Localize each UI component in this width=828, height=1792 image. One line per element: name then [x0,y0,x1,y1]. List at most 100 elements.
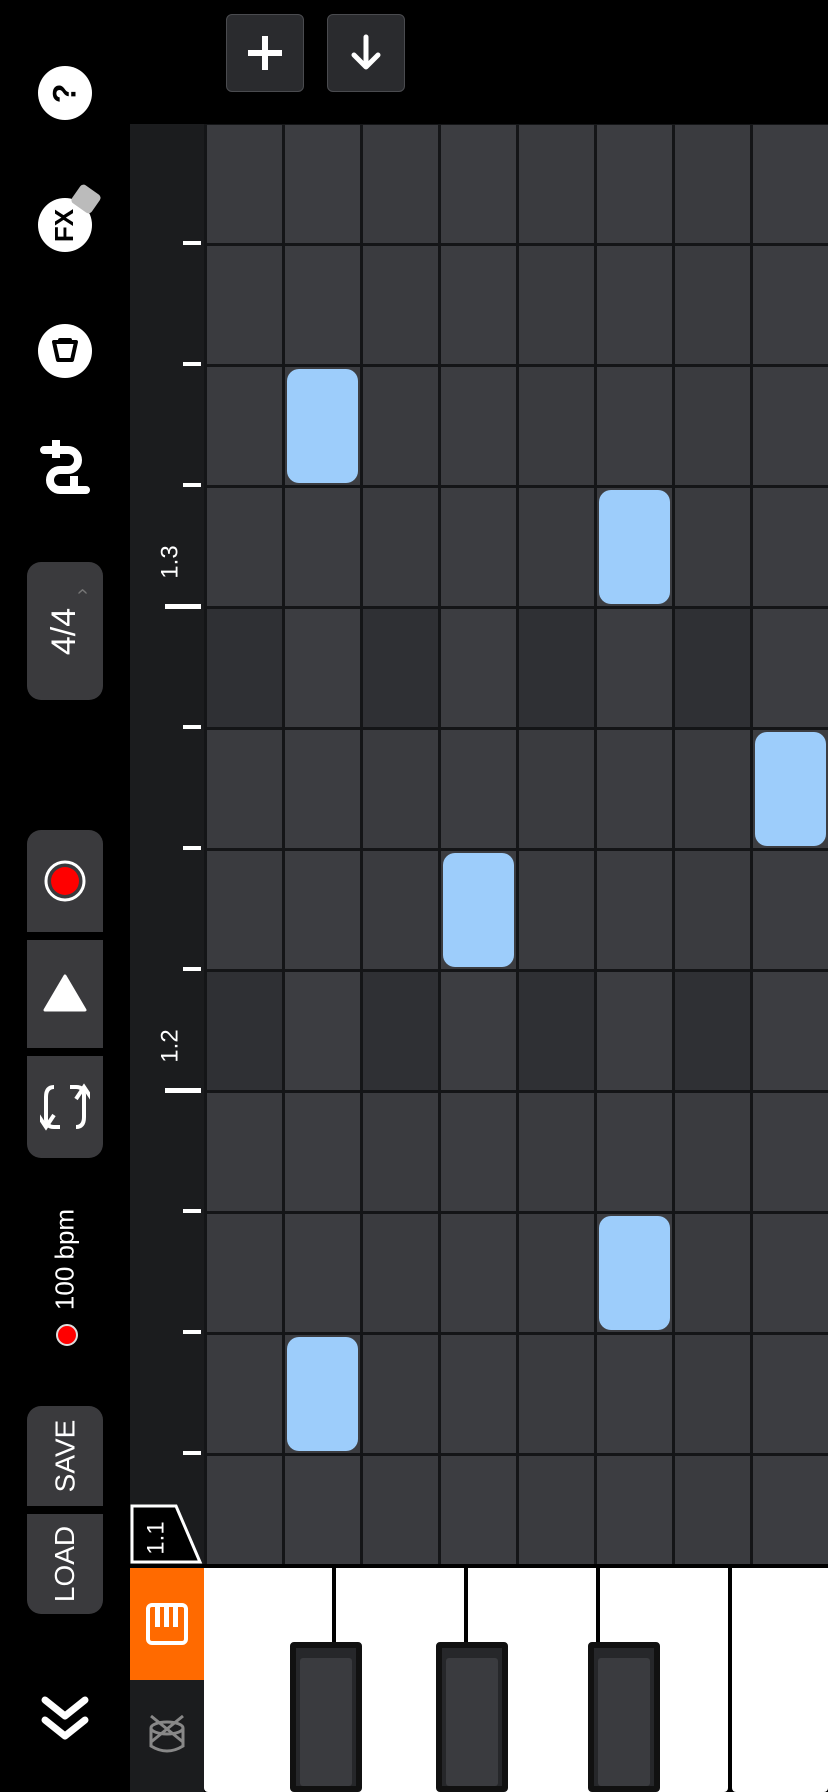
grid-cell[interactable] [285,125,360,243]
grid-cell[interactable] [207,1456,282,1574]
grid-cell[interactable] [207,1335,282,1453]
grid-cell[interactable] [519,1335,594,1453]
grid-cell[interactable] [207,609,282,727]
timeline-ruler[interactable]: 1.3 1.2 [130,124,204,1564]
save-button[interactable]: SAVE [27,1406,103,1506]
grid-cell[interactable] [441,1214,516,1332]
grid-cell[interactable] [675,851,750,969]
grid-cell[interactable] [441,972,516,1090]
grid-cell[interactable] [519,1093,594,1211]
grid-cell[interactable] [363,851,438,969]
help-button[interactable]: ? [38,66,92,120]
grid-cell[interactable] [207,488,282,606]
grid-cell[interactable] [753,246,828,364]
load-button[interactable]: LOAD [27,1514,103,1614]
grid-cell[interactable] [441,1093,516,1211]
grid-cell[interactable] [207,972,282,1090]
grid-cell[interactable] [285,851,360,969]
grid-cell[interactable] [519,972,594,1090]
grid-cell[interactable] [675,367,750,485]
grid-cell[interactable] [675,1456,750,1574]
grid-cell[interactable] [597,367,672,485]
grid-cell[interactable] [285,1456,360,1574]
grid-cell[interactable] [441,125,516,243]
grid-cell[interactable] [285,1214,360,1332]
bpm-control[interactable]: 100 bpm [50,1206,80,1356]
grid-cell[interactable] [519,1456,594,1574]
grid-cell[interactable] [675,488,750,606]
grid-cell[interactable] [207,125,282,243]
grid-cell[interactable] [519,367,594,485]
grid-cell[interactable] [363,367,438,485]
note-block[interactable] [287,1337,358,1451]
grid-cell[interactable] [753,609,828,727]
grid-cell[interactable] [597,246,672,364]
grid-cell[interactable] [597,1335,672,1453]
grid-cell[interactable] [519,488,594,606]
grid-cell[interactable] [363,730,438,848]
piano-black-key[interactable] [290,1642,362,1792]
instrument-button[interactable] [38,324,92,378]
grid-cell[interactable] [363,125,438,243]
piano-keyboard[interactable] [204,1564,828,1792]
grid-cell[interactable] [597,1093,672,1211]
grid-cell[interactable] [441,1335,516,1453]
piano-tab[interactable] [130,1568,204,1680]
grid-cell[interactable] [285,1093,360,1211]
piano-black-key[interactable] [588,1642,660,1792]
grid-cell[interactable] [441,1456,516,1574]
grid-cell[interactable] [675,246,750,364]
grid-cell[interactable] [753,972,828,1090]
grid-cell[interactable] [675,1335,750,1453]
grid-cell[interactable] [207,730,282,848]
note-block[interactable] [443,853,514,967]
grid-cell[interactable] [441,246,516,364]
grid-cell[interactable] [519,1214,594,1332]
fx-button[interactable]: FX [38,183,103,252]
grid-cell[interactable] [363,1093,438,1211]
grid-cell[interactable] [519,246,594,364]
grid-cell[interactable] [441,730,516,848]
grid-cell[interactable] [519,125,594,243]
step-grid[interactable] [204,124,828,1574]
grid-cell[interactable] [675,730,750,848]
grid-cell[interactable] [207,851,282,969]
grid-cell[interactable] [753,1093,828,1211]
note-block[interactable] [755,732,826,846]
grid-cell[interactable] [753,367,828,485]
grid-cell[interactable] [597,851,672,969]
grid-cell[interactable] [363,972,438,1090]
grid-cell[interactable] [285,972,360,1090]
grid-cell[interactable] [519,609,594,727]
grid-cell[interactable] [441,609,516,727]
grid-cell[interactable] [597,972,672,1090]
grid-cell[interactable] [363,488,438,606]
grid-cell[interactable] [363,1214,438,1332]
grid-cell[interactable] [363,1456,438,1574]
grid-cell[interactable] [675,125,750,243]
drum-tab[interactable] [130,1680,204,1792]
note-block[interactable] [599,490,670,604]
grid-cell[interactable] [753,1456,828,1574]
grid-cell[interactable] [597,125,672,243]
grid-cell[interactable] [363,246,438,364]
grid-cell[interactable] [285,609,360,727]
note-block[interactable] [599,1216,670,1330]
grid-cell[interactable] [753,851,828,969]
grid-cell[interactable] [675,1093,750,1211]
mixer-button[interactable] [38,436,92,496]
add-button[interactable] [226,14,304,92]
play-button[interactable] [27,940,103,1048]
piano-black-key[interactable] [436,1642,508,1792]
grid-cell[interactable] [207,1214,282,1332]
collapse-button[interactable] [38,1690,92,1746]
record-button[interactable] [27,830,103,932]
grid-cell[interactable] [207,367,282,485]
grid-cell[interactable] [753,125,828,243]
grid-cell[interactable] [363,1335,438,1453]
grid-cell[interactable] [753,1214,828,1332]
grid-cell[interactable] [675,1214,750,1332]
grid-cell[interactable] [207,246,282,364]
grid-cell[interactable] [207,1093,282,1211]
grid-cell[interactable] [753,1335,828,1453]
